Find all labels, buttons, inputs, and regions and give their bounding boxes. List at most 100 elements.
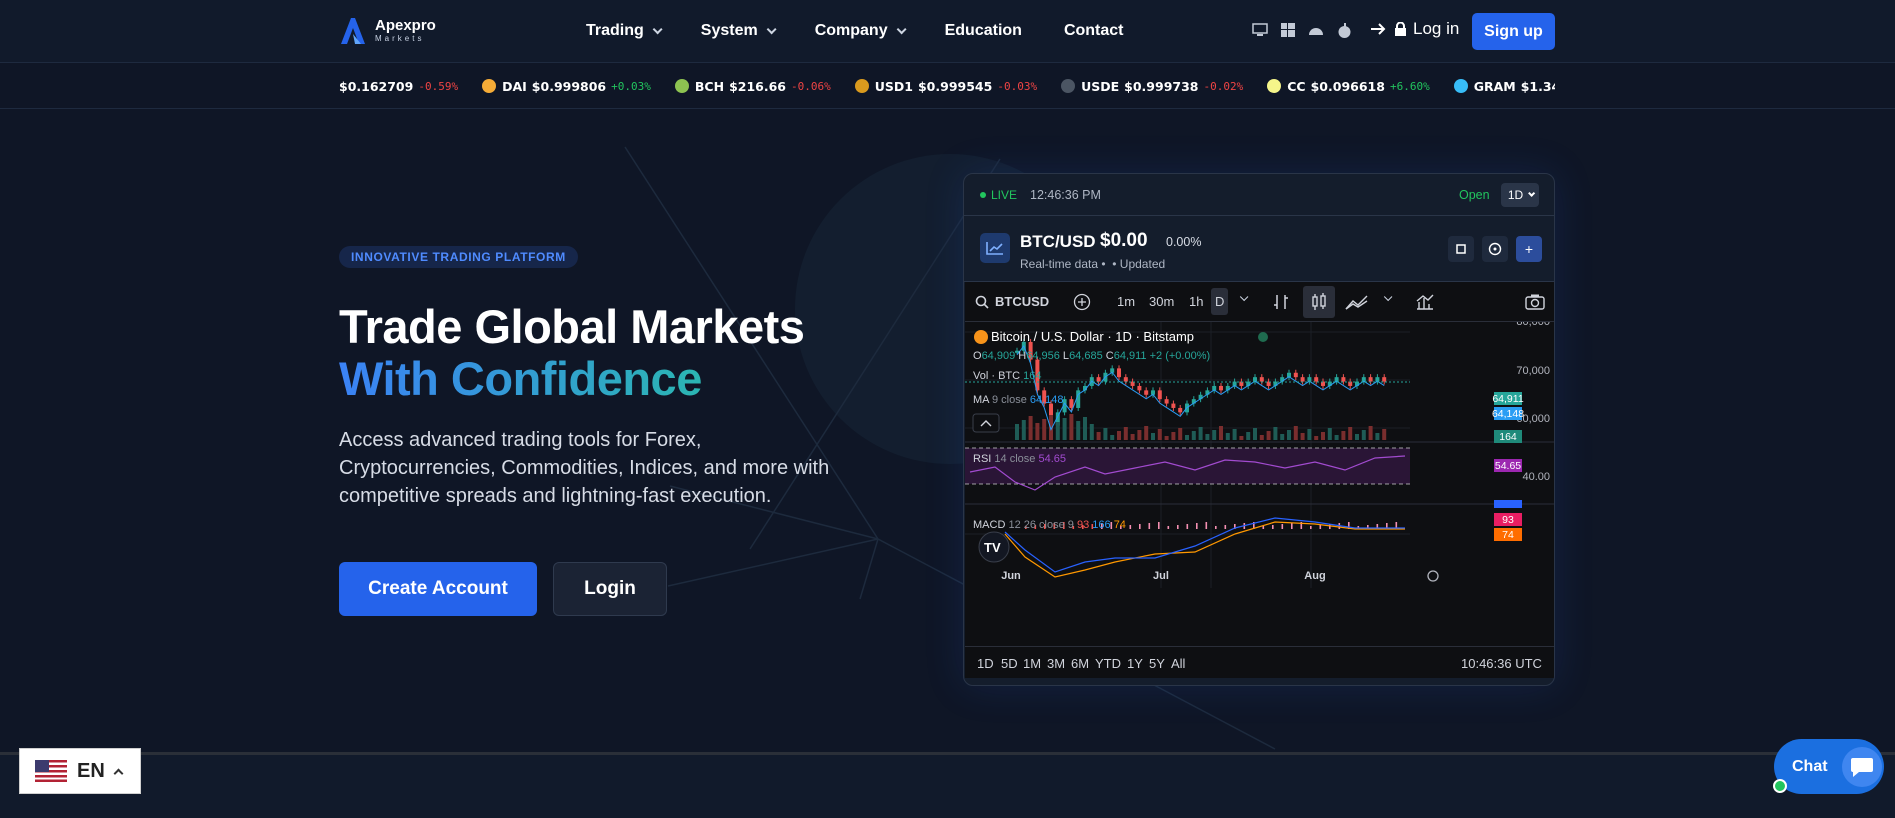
interval-1m[interactable]: 1m bbox=[1117, 294, 1135, 309]
hero-login-button[interactable]: Login bbox=[553, 562, 667, 616]
volume-bar bbox=[1266, 431, 1271, 440]
range-ytd[interactable]: YTD bbox=[1095, 656, 1121, 671]
compare-icon[interactable] bbox=[1415, 293, 1435, 311]
bottom-strip bbox=[0, 752, 1895, 818]
ticker-change: -0.59% bbox=[418, 79, 459, 93]
volume-bar bbox=[1321, 432, 1325, 440]
nav-contact[interactable]: Contact bbox=[1064, 22, 1124, 40]
range-all[interactable]: All bbox=[1171, 656, 1185, 671]
macd-histogram-bar bbox=[1281, 524, 1284, 529]
live-dot-icon bbox=[980, 192, 986, 198]
candle-body bbox=[1096, 377, 1101, 382]
chevron-up-icon bbox=[113, 768, 124, 778]
ticker-change: -0.03% bbox=[997, 79, 1038, 93]
timeframe-select[interactable]: 1D bbox=[1501, 183, 1539, 207]
create-account-button[interactable]: Create Account bbox=[339, 562, 537, 616]
nav-trading[interactable]: Trading bbox=[586, 22, 663, 40]
chevron-down-icon[interactable] bbox=[1383, 292, 1393, 302]
price-axis-label: 70,000 bbox=[1516, 365, 1550, 377]
trading-widget: LIVE 12:46:36 PM Open 1D BTC/USD $0.00 0… bbox=[963, 173, 1555, 686]
range-1m[interactable]: 1M bbox=[1023, 656, 1041, 671]
volume-bar bbox=[1110, 435, 1115, 440]
desktop-icon[interactable] bbox=[1252, 22, 1268, 38]
utc-clock[interactable]: 10:46:36 UTC bbox=[1461, 656, 1542, 671]
nav-education[interactable]: Education bbox=[945, 22, 1022, 40]
bitcoin-logo-icon bbox=[974, 330, 988, 344]
ticker-price: $1.34 bbox=[1520, 78, 1555, 94]
widget-price: $0.00 bbox=[1100, 230, 1148, 251]
interval-30m[interactable]: 30m bbox=[1149, 294, 1174, 309]
signup-button[interactable]: Sign up bbox=[1472, 13, 1555, 50]
apple-icon[interactable] bbox=[1336, 22, 1352, 38]
bar-style-icon[interactable] bbox=[1273, 293, 1289, 311]
macd-hist-tag-text: 74 bbox=[1502, 529, 1514, 541]
add-button[interactable]: + bbox=[1516, 236, 1542, 262]
ticker-symbol: BCH bbox=[694, 78, 725, 94]
range-6m[interactable]: 6M bbox=[1071, 656, 1089, 671]
range-5y[interactable]: 5Y bbox=[1149, 656, 1165, 671]
volume-bar bbox=[1287, 430, 1291, 440]
rsi-value-tag-text: 54.65 bbox=[1495, 460, 1521, 472]
widget-header: BTC/USD $0.00 0.00% Real-time data • • U… bbox=[964, 216, 1554, 282]
volume-bar bbox=[1157, 429, 1162, 440]
coin-icon bbox=[482, 79, 497, 93]
volume-bar bbox=[1123, 427, 1128, 440]
volume-bar bbox=[1273, 427, 1278, 440]
interval-d[interactable]: D bbox=[1211, 288, 1229, 315]
interval-1h[interactable]: 1h bbox=[1189, 294, 1203, 309]
login-link[interactable]: Log in bbox=[1370, 19, 1459, 39]
candle-body bbox=[1259, 377, 1264, 382]
candlestick-icon bbox=[1312, 293, 1326, 310]
ticker-item[interactable]: BCH $216.66 -0.06% bbox=[674, 78, 831, 94]
add-symbol-icon[interactable] bbox=[1073, 293, 1091, 311]
candle-style-button[interactable] bbox=[1303, 286, 1335, 318]
widget-subtitle: Real-time data • • Updated bbox=[1020, 257, 1166, 271]
macd-histogram-bar bbox=[1177, 525, 1179, 529]
chart-symbol[interactable]: BTCUSD bbox=[995, 294, 1049, 309]
candle-body bbox=[1157, 390, 1162, 400]
volume-bar bbox=[1382, 429, 1387, 440]
indicators-icon[interactable] bbox=[1345, 293, 1369, 311]
candle-body bbox=[1300, 377, 1305, 382]
brand-logo[interactable]: Apexpro Markets bbox=[339, 14, 436, 46]
ticker-item[interactable]: $0.162709 -0.59% bbox=[339, 79, 458, 94]
collapse-legend-button bbox=[972, 413, 1000, 433]
target-button[interactable] bbox=[1482, 236, 1508, 262]
candle-body bbox=[1117, 368, 1121, 378]
range-3m[interactable]: 3M bbox=[1047, 656, 1065, 671]
tradingview-chart[interactable]: BTCUSD 1m 30m 1h D Bitcoin / U.S. Dollar… bbox=[965, 282, 1555, 678]
ticker-item[interactable]: CC $0.096618 +6.60% bbox=[1267, 78, 1430, 94]
candle-body bbox=[1341, 377, 1346, 382]
ticker-item[interactable]: USDE $0.999738 -0.02% bbox=[1061, 79, 1243, 94]
ma-legend: MA 9 close 64,148 bbox=[973, 394, 1064, 406]
ticker-item[interactable]: DAI $0.999806 +0.03% bbox=[482, 79, 651, 94]
ticker-item[interactable]: GRAM$1.34-1.57% bbox=[1453, 78, 1555, 94]
volume-bar bbox=[1171, 432, 1176, 440]
chat-widget-button[interactable]: Chat bbox=[1774, 739, 1884, 794]
volume-tag-text: 164 bbox=[1499, 431, 1517, 443]
volume-bar bbox=[1178, 428, 1183, 440]
android-icon[interactable] bbox=[1308, 22, 1324, 38]
nav-company[interactable]: Company bbox=[815, 22, 907, 40]
coin-icon bbox=[1453, 79, 1468, 93]
square-button[interactable] bbox=[1448, 236, 1474, 262]
range-1y[interactable]: 1Y bbox=[1127, 656, 1143, 671]
volume-bar bbox=[1096, 432, 1101, 440]
range-5d[interactable]: 5D bbox=[1001, 656, 1018, 671]
ticker-item[interactable]: USD1 $0.999545 -0.03% bbox=[854, 79, 1038, 94]
windows-icon[interactable] bbox=[1280, 22, 1296, 38]
language-selector[interactable]: EN bbox=[19, 748, 141, 794]
macd-histogram-bar bbox=[1291, 523, 1293, 529]
chevron-down-icon[interactable] bbox=[1239, 292, 1249, 302]
candle-body bbox=[1123, 377, 1128, 382]
chart-canvas[interactable]: Bitcoin / U.S. Dollar · 1D · Bitstamp O64… bbox=[965, 322, 1555, 646]
ticker-price: $0.999806 bbox=[531, 78, 607, 94]
volume-bar bbox=[1021, 420, 1026, 440]
search-icon[interactable] bbox=[975, 295, 989, 309]
macd-histogram-bar bbox=[1262, 526, 1265, 529]
time-axis-label: Jul bbox=[1153, 570, 1169, 582]
nav-system[interactable]: System bbox=[701, 22, 777, 40]
ticker-symbol: CC bbox=[1287, 78, 1306, 94]
camera-icon[interactable] bbox=[1525, 294, 1545, 310]
range-1d[interactable]: 1D bbox=[977, 656, 994, 671]
